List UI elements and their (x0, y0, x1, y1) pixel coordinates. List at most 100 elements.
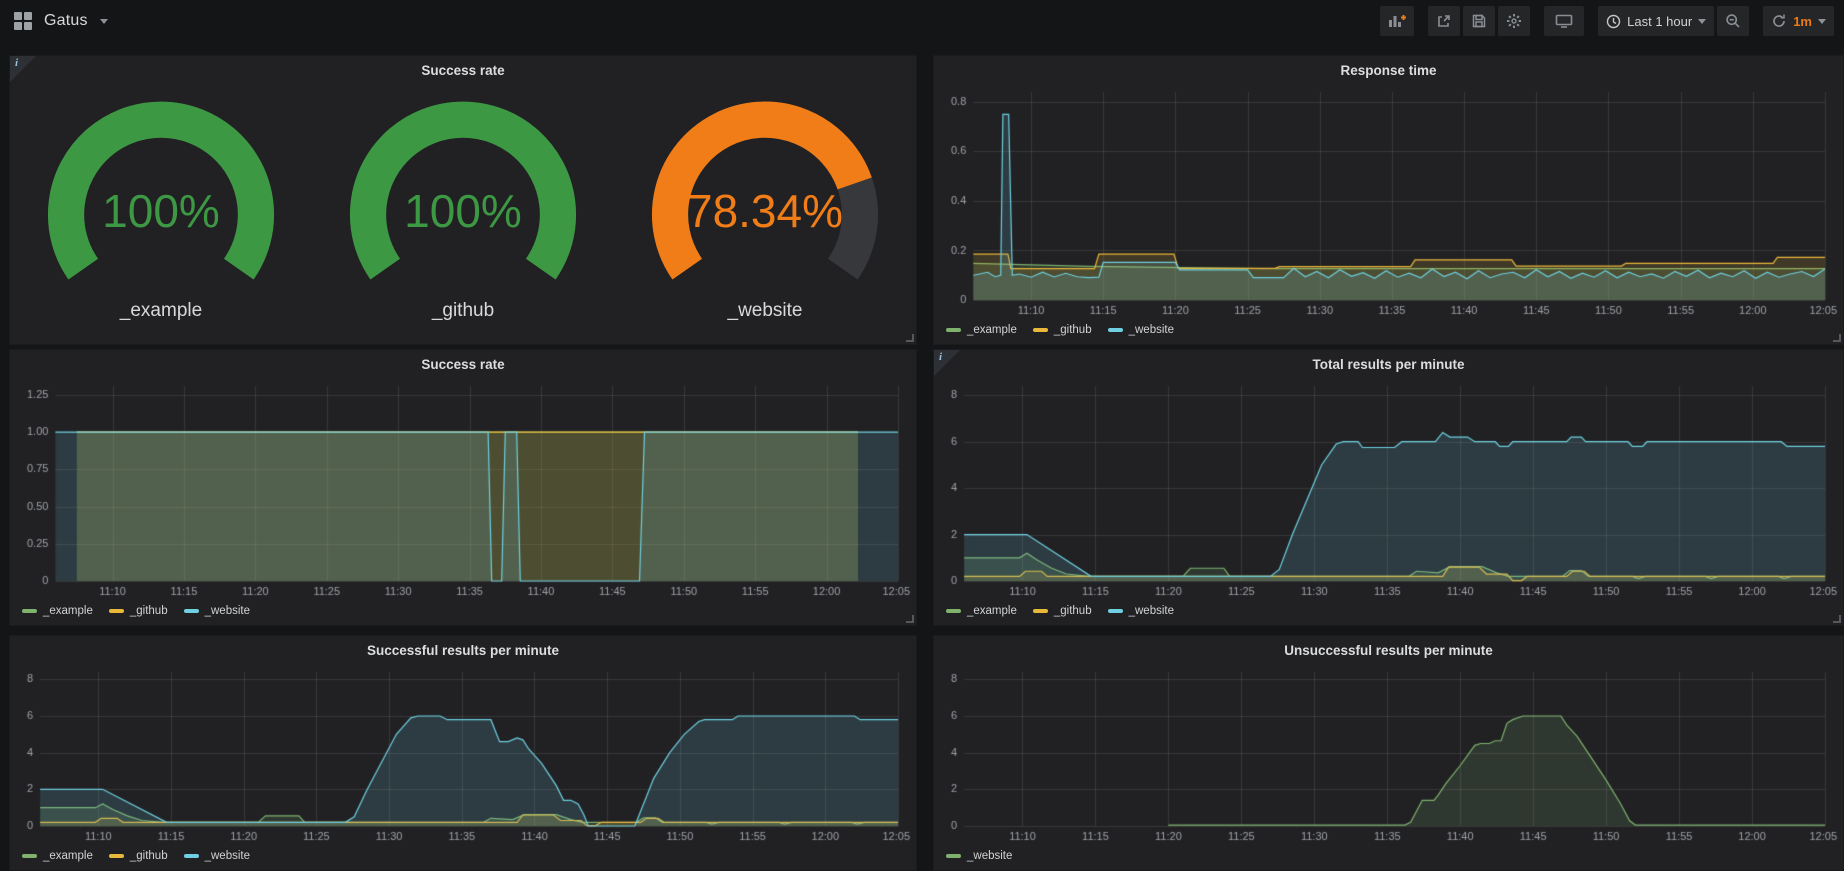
gauge-_github: 100% _github (312, 82, 614, 338)
gauge-value: 100% (25, 184, 297, 238)
panel-title[interactable]: Unsuccessful results per minute (934, 636, 1843, 662)
time-range-button[interactable]: Last 1 hour (1598, 6, 1714, 36)
unsuccessful-results-chart[interactable] (938, 664, 1839, 844)
save-icon (1471, 13, 1487, 29)
legend-swatch (184, 609, 199, 613)
legend-item-_github[interactable]: _github (1033, 324, 1092, 336)
gauge-_website: 78.34%_website (614, 82, 916, 338)
refresh-icon (1771, 13, 1787, 29)
panel-unsuccessful-results: Unsuccessful results per minute _website (933, 635, 1844, 871)
chart-legend: _example _github _website (22, 602, 908, 620)
legend-item-_example[interactable]: _example (946, 324, 1017, 336)
panel-info-corner[interactable]: i (934, 350, 960, 376)
gauge-_example: 100% _example (10, 82, 312, 338)
legend-swatch (1033, 609, 1048, 613)
legend-swatch (184, 854, 199, 858)
chart-canvas[interactable] (14, 378, 912, 599)
panel-title[interactable]: Success rate (10, 350, 916, 376)
chart-canvas[interactable] (938, 84, 1839, 318)
panel-successful-results: Successful results per minute _example _g… (9, 635, 917, 871)
legend-label: _example (967, 324, 1017, 336)
gauge-value: 78.34% (629, 184, 901, 238)
panel-total-results: i Total results per minute _example _gith… (933, 349, 1844, 626)
legend-item-_website[interactable]: _website (1108, 324, 1174, 336)
legend-swatch (946, 609, 961, 613)
panel-resize-handle[interactable] (906, 334, 914, 342)
legend-item-_github[interactable]: _github (109, 605, 168, 617)
legend-swatch (946, 328, 961, 332)
panel-title[interactable]: Response time (934, 56, 1843, 82)
response-time-chart[interactable] (938, 84, 1839, 318)
legend-swatch (109, 609, 124, 613)
dashboard-title[interactable]: Gatus (44, 12, 88, 30)
legend-swatch (1033, 328, 1048, 332)
gauge-label: _github (432, 300, 494, 322)
chart-canvas[interactable] (938, 378, 1839, 599)
legend-item-_example[interactable]: _example (22, 605, 93, 617)
share-button[interactable] (1428, 6, 1460, 36)
gauge-value: 100% (327, 184, 599, 238)
panel-title[interactable]: Total results per minute (934, 350, 1843, 376)
legend-swatch (22, 609, 37, 613)
refresh-button[interactable]: 1m (1763, 6, 1834, 36)
panel-title[interactable]: Success rate (10, 56, 916, 82)
legend-item-_website[interactable]: _website (1108, 605, 1174, 617)
legend-item-_example[interactable]: _example (946, 605, 1017, 617)
legend-item-_example[interactable]: _example (22, 850, 93, 862)
panel-title[interactable]: Successful results per minute (10, 636, 916, 662)
total-results-chart[interactable] (938, 378, 1839, 599)
panel-info-corner[interactable]: i (10, 56, 36, 82)
legend-label: _website (1129, 324, 1174, 336)
panel-response-time: Response time _example _github _website (933, 55, 1844, 345)
cycle-view-button[interactable] (1544, 6, 1584, 36)
legend-swatch (22, 854, 37, 858)
top-navbar: Gatus (0, 0, 1844, 42)
panel-resize-handle[interactable] (1833, 334, 1841, 342)
legend-label: _website (205, 850, 250, 862)
legend-item-_github[interactable]: _github (1033, 605, 1092, 617)
time-range-label: Last 1 hour (1627, 14, 1692, 29)
chart-legend: _example _github _website (22, 847, 908, 865)
panel-resize-handle[interactable] (906, 615, 914, 623)
legend-label: _example (967, 605, 1017, 617)
legend-item-_website[interactable]: _website (184, 605, 250, 617)
panel-success-rate-gauges: i Success rate 100% _example 100% _github 78… (9, 55, 917, 345)
gauges-row: 100% _example 100% _github 78.34%_website (10, 82, 916, 338)
chart-legend: _example _github _website (946, 321, 1835, 339)
zoom-out-icon (1725, 13, 1741, 29)
refresh-interval-label: 1m (1793, 14, 1812, 29)
chart-canvas[interactable] (14, 664, 912, 844)
share-icon (1436, 13, 1452, 29)
refresh-caret-icon (1818, 19, 1826, 24)
legend-label: _github (130, 850, 168, 862)
settings-button[interactable] (1498, 6, 1530, 36)
legend-swatch (109, 854, 124, 858)
chart-canvas[interactable] (938, 664, 1839, 844)
successful-results-chart[interactable] (14, 664, 912, 844)
legend-label: _example (43, 850, 93, 862)
legend-label: _website (967, 850, 1012, 862)
success-rate-chart[interactable] (14, 378, 912, 599)
monitor-icon (1555, 13, 1573, 29)
legend-label: _github (130, 605, 168, 617)
legend-item-_website[interactable]: _website (184, 850, 250, 862)
zoom-out-button[interactable] (1717, 6, 1749, 36)
legend-label: _github (1054, 605, 1092, 617)
save-button[interactable] (1463, 6, 1495, 36)
legend-swatch (1108, 328, 1123, 332)
dashboard-caret-down-icon[interactable] (100, 19, 108, 24)
panel-resize-handle[interactable] (1833, 615, 1841, 623)
gear-icon (1506, 13, 1522, 29)
add-panel-button[interactable] (1380, 6, 1414, 36)
apps-grid-icon[interactable] (14, 12, 32, 30)
gauge-label: _example (120, 300, 202, 322)
clock-icon (1606, 14, 1621, 29)
legend-label: _example (43, 605, 93, 617)
time-range-caret-icon (1698, 19, 1706, 24)
add-panel-icon (1388, 13, 1406, 29)
legend-item-_github[interactable]: _github (109, 850, 168, 862)
legend-item-_website[interactable]: _website (946, 850, 1012, 862)
legend-swatch (1108, 609, 1123, 613)
legend-label: _github (1054, 324, 1092, 336)
legend-swatch (946, 854, 961, 858)
